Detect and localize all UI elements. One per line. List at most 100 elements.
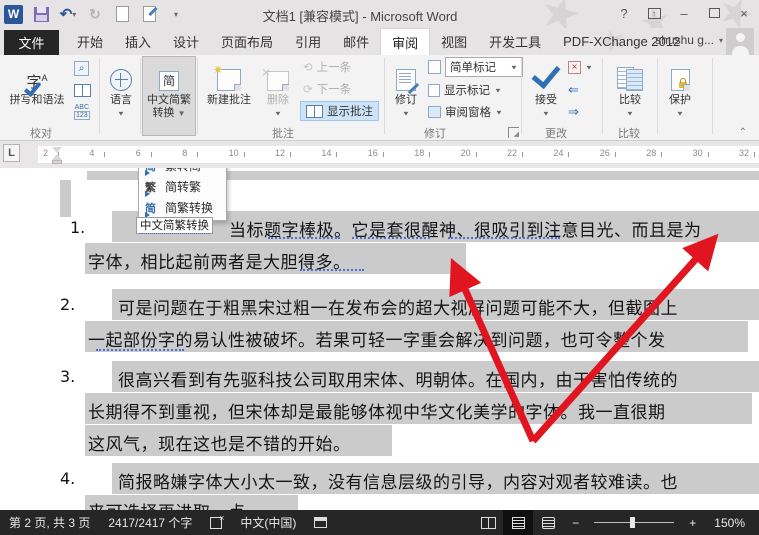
- group-separator: [602, 58, 603, 134]
- word-count-button[interactable]: ABC123: [74, 102, 90, 122]
- collapse-ribbon-button[interactable]: ⌃: [739, 127, 747, 138]
- quick-edit-button[interactable]: [140, 5, 158, 23]
- next-change-button[interactable]: ⇒: [568, 102, 579, 122]
- previous-change-icon: ⇐: [568, 82, 579, 98]
- tab-view[interactable]: 视图: [430, 28, 478, 55]
- zoom-slider-knob[interactable]: [630, 517, 635, 528]
- accept-button[interactable]: 接受 ▼: [528, 57, 564, 120]
- close-button[interactable]: ×: [733, 4, 755, 22]
- conversion-icon: 繁: [145, 179, 159, 195]
- web-layout-button[interactable]: [533, 510, 563, 535]
- previous-comment-button[interactable]: ⟲ 上一条: [303, 57, 351, 77]
- group-label-comments: 批注: [272, 125, 294, 141]
- proofing-status-button[interactable]: ×: [201, 510, 231, 535]
- thesaurus-button[interactable]: [74, 80, 91, 100]
- tracking-dialog-launcher[interactable]: [508, 127, 519, 138]
- word-app-icon[interactable]: W: [4, 5, 23, 24]
- document-page[interactable]: 1. 2. 3. 4. 当标题字棒极。它是套很醒神、很吸引到注意目光、而且是为 …: [0, 168, 759, 510]
- doc-text-line[interactable]: 可是问题在于粗黑宋过粗一在发布会的超大视屏问题可能不大，但截图上: [118, 294, 678, 319]
- help-icon: ?: [620, 6, 627, 21]
- save-button[interactable]: [32, 5, 50, 23]
- language-button[interactable]: 语言 ▼: [103, 57, 139, 120]
- new-comment-button[interactable]: ✷ 新建批注: [201, 57, 257, 107]
- tab-insert[interactable]: 插入: [114, 28, 162, 55]
- group-label-compare: 比较: [618, 125, 640, 141]
- print-layout-button[interactable]: [503, 510, 533, 535]
- doc-text-line[interactable]: 长期得不到重视，但宋体却是最能够体视中华文化美学的字体。我一直很期: [88, 398, 666, 423]
- ruler-tick: [754, 152, 755, 157]
- spelling-grammar-icon: 字A: [26, 57, 47, 91]
- avatar[interactable]: [726, 28, 754, 55]
- ribbon-display-options-button[interactable]: ↑: [643, 4, 665, 22]
- ruler-number: 32: [739, 148, 749, 158]
- show-markup-button[interactable]: 显示标记 ▼: [428, 80, 502, 100]
- chevron-down-icon: ▼: [494, 86, 502, 93]
- read-mode-button[interactable]: [473, 510, 503, 535]
- tab-design[interactable]: 设计: [162, 28, 210, 55]
- undo-icon: ↶: [60, 5, 73, 23]
- maximize-button[interactable]: [703, 4, 725, 22]
- tab-selector[interactable]: L: [3, 144, 20, 162]
- spellcheck-squiggle: [96, 348, 184, 351]
- ruler-tick: [615, 152, 616, 157]
- menu-item-traditional-to-simplified[interactable]: 简 繁转简: [139, 168, 226, 176]
- word-count[interactable]: 2417/2417 个字: [99, 510, 201, 535]
- track-changes-button[interactable]: 修订 ▼: [388, 57, 424, 120]
- tab-file[interactable]: 文件: [4, 30, 59, 55]
- tab-review[interactable]: 审阅: [380, 28, 430, 55]
- reviewing-pane-button[interactable]: 审阅窗格 ▼: [428, 102, 503, 122]
- language-indicator[interactable]: 中文(中国): [231, 510, 305, 535]
- avatar-body: [732, 46, 749, 55]
- group-separator: [657, 58, 658, 134]
- spelling-grammar-button[interactable]: 字A 拼写和语法: [4, 57, 70, 107]
- chinese-conversion-button[interactable]: 简 中文简繁 转换 ▼: [142, 56, 196, 136]
- chevron-down-icon: ▼: [274, 108, 282, 118]
- menu-item-simplified-to-traditional[interactable]: 繁 简转繁: [139, 176, 226, 197]
- tab-developer[interactable]: 开发工具: [478, 28, 552, 55]
- show-comments-icon: [306, 105, 323, 118]
- zoom-level[interactable]: 150%: [705, 510, 759, 535]
- spellcheck-squiggle: [300, 268, 364, 271]
- undo-button[interactable]: ↶▾: [59, 5, 77, 23]
- account-name[interactable]: shushu g... ▾: [655, 33, 723, 47]
- restore-icon: [709, 8, 720, 18]
- zoom-in-button[interactable]: +: [680, 510, 705, 535]
- simple-markup-select[interactable]: 简单标记 ▼: [445, 57, 523, 77]
- reject-button[interactable]: × ▼: [568, 57, 593, 77]
- macro-recorder-button[interactable]: [305, 510, 336, 535]
- compare-button[interactable]: 比较 ▼: [610, 57, 650, 120]
- group-label-proofing: 校对: [30, 125, 52, 141]
- doc-text-line[interactable]: 简报略嫌字体大小太一致，没有信息层级的引导，内容对观者较难读。也: [118, 468, 678, 493]
- reviewing-pane-icon: [428, 106, 441, 118]
- next-comment-button[interactable]: ⟳ 下一条: [303, 79, 351, 99]
- word-window: ★ ★ ★ W ↶▾ ↻ ▾ 文档1 [兼容模式] - Microsoft Wo…: [0, 0, 759, 535]
- zoom-slider[interactable]: [594, 522, 674, 523]
- search-icon: ⌕: [74, 61, 89, 76]
- tab-page-layout[interactable]: 页面布局: [210, 28, 284, 55]
- new-document-button[interactable]: [113, 5, 131, 23]
- page-indicator[interactable]: 第 2 页, 共 3 页: [0, 510, 99, 535]
- doc-text-line[interactable]: 很高兴看到有先驱科技公司取用宋体、明朝体。在国内，由于害怕传统的: [118, 366, 678, 391]
- previous-change-button[interactable]: ⇐: [568, 80, 579, 100]
- help-button[interactable]: ?: [613, 4, 635, 22]
- tab-mailings[interactable]: 邮件: [332, 28, 380, 55]
- tab-home[interactable]: 开始: [66, 28, 114, 55]
- undo-dropdown-icon[interactable]: ▾: [72, 10, 76, 19]
- delete-comment-button[interactable]: × 删除 ▼: [260, 57, 296, 120]
- chevron-down-icon: ▼: [626, 108, 634, 118]
- doc-text-line[interactable]: 来可选择再进取一点。: [88, 498, 263, 510]
- search-document-button[interactable]: ⌕: [74, 58, 89, 78]
- book-icon: [74, 84, 91, 97]
- tab-references[interactable]: 引用: [284, 28, 332, 55]
- redo-button[interactable]: ↻: [86, 5, 104, 23]
- indent-markers[interactable]: [52, 147, 61, 169]
- zoom-out-button[interactable]: −: [563, 510, 588, 535]
- horizontal-ruler[interactable]: 2468101214161820222426283032: [38, 146, 759, 163]
- menu-item-conversion-options[interactable]: 简 简繁转换: [139, 197, 226, 218]
- minimize-button[interactable]: –: [673, 4, 695, 22]
- protect-button[interactable]: 保护 ▼: [662, 57, 698, 120]
- spellcheck-squiggle: [448, 236, 560, 239]
- conversion-icon: 简: [145, 168, 159, 174]
- doc-text-line[interactable]: 这风气，现在这也是不错的开始。: [88, 430, 351, 455]
- show-comments-button[interactable]: 显示批注: [300, 101, 379, 121]
